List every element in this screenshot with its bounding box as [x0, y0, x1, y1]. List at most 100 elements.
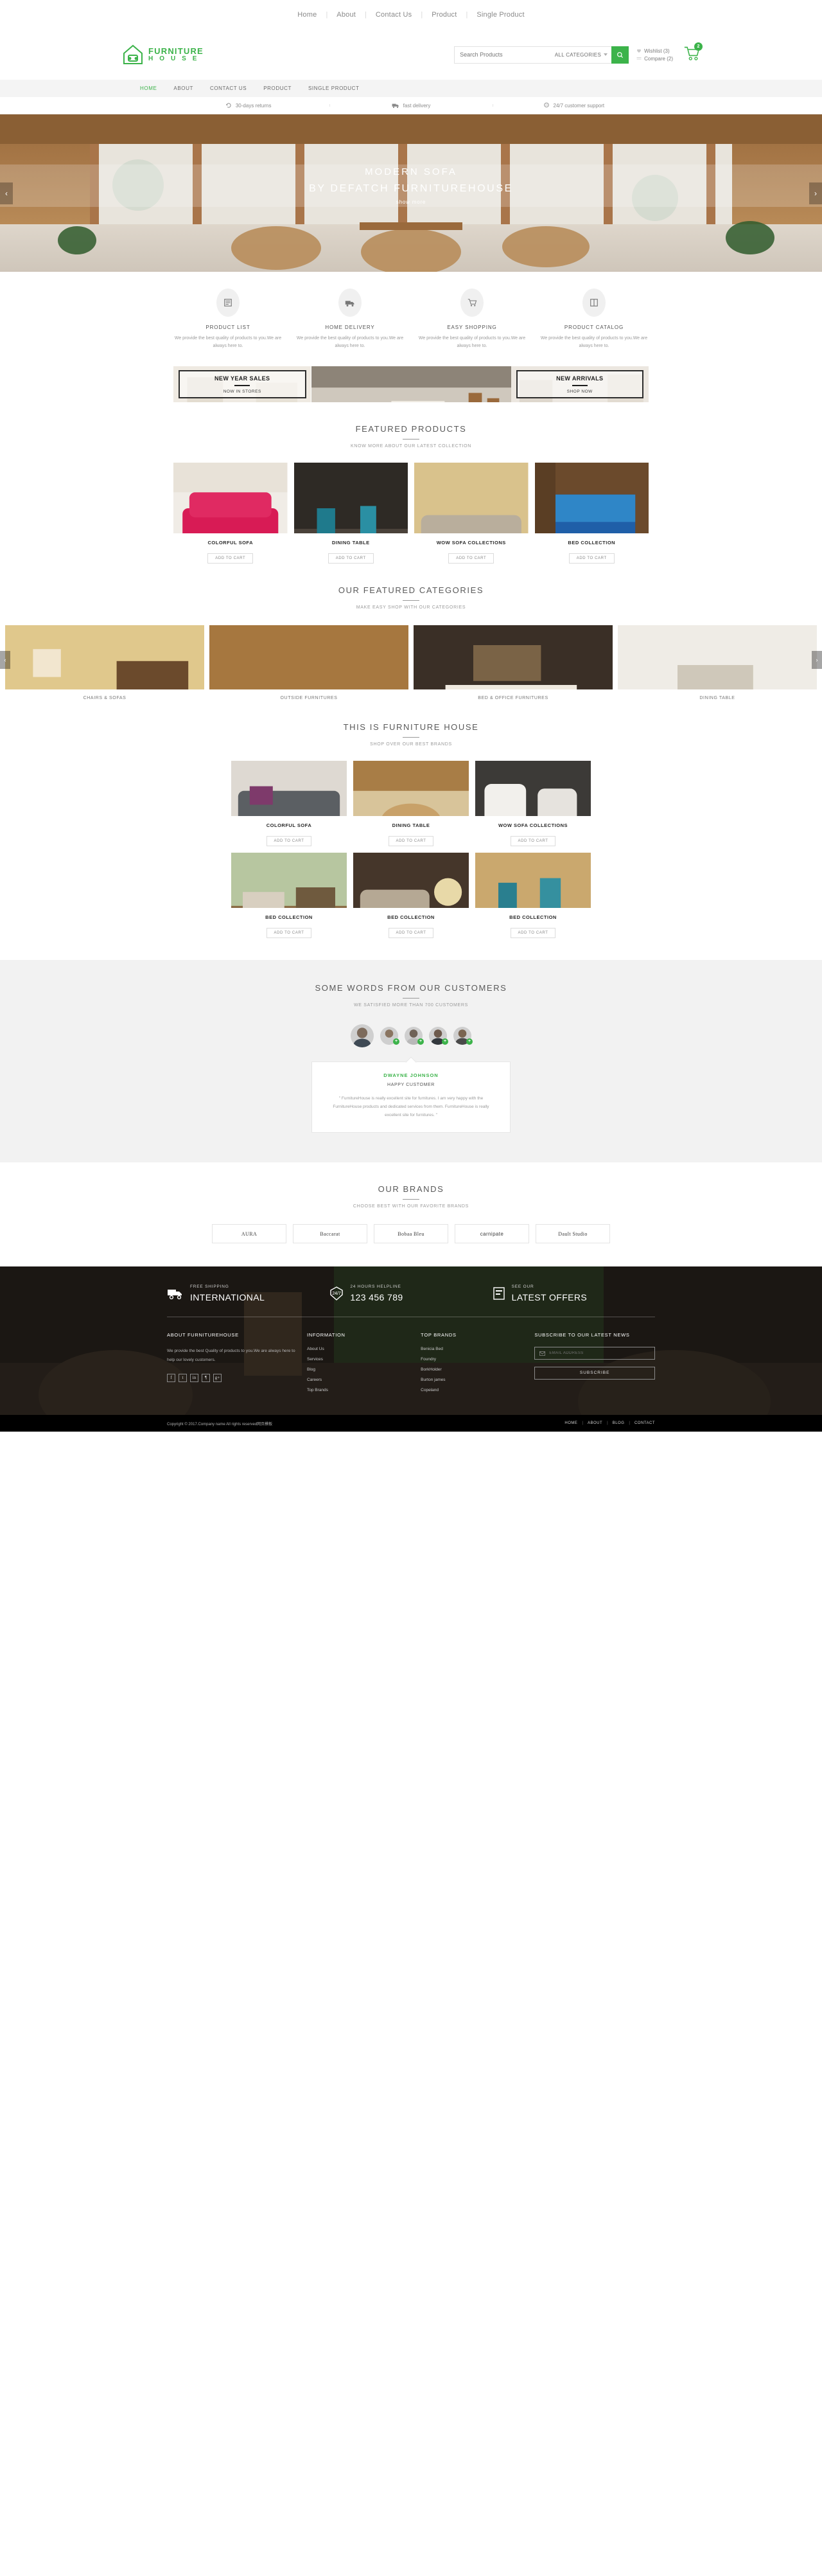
googleplus-icon[interactable]: g+ [213, 1373, 222, 1382]
compare-icon [636, 57, 642, 60]
brand-logo[interactable]: AURA [212, 1224, 286, 1244]
top-nav-home[interactable]: Home [288, 11, 326, 19]
footer-link-blog[interactable]: Blog [307, 1367, 412, 1372]
product-card[interactable]: BED COLLECTION ADD TO CART [475, 853, 591, 939]
categories-next-button[interactable]: › [812, 651, 822, 670]
promo-new-year-sales[interactable]: NEW YEAR SALES NOW IN STORES [173, 366, 311, 403]
nav-product[interactable]: PRODUCT [263, 85, 292, 91]
brand-logo[interactable]: Dault Studio [536, 1224, 610, 1244]
add-to-cart-button[interactable]: ADD TO CART [328, 553, 374, 564]
nav-home[interactable]: HOME [140, 85, 157, 91]
section-subtitle: CHOOSE BEST WITH OUR FAVORITE BRANDS [353, 1204, 469, 1209]
catalog-book-icon [582, 289, 606, 317]
footer-link-top-brands[interactable]: Top Brands [307, 1388, 412, 1392]
avatar[interactable]: + [429, 1027, 448, 1045]
hero-next-button[interactable]: › [809, 182, 822, 204]
add-to-cart-button[interactable]: ADD TO CART [388, 836, 434, 847]
product-card[interactable]: WOW SOFA COLLECTIONS ADD TO CART [414, 463, 529, 564]
add-icon[interactable]: + [442, 1038, 448, 1045]
add-to-cart-button[interactable]: ADD TO CART [448, 553, 494, 564]
product-card[interactable]: BED COLLECTION ADD TO CART [231, 853, 347, 939]
linkedin-icon[interactable]: in [190, 1373, 198, 1382]
brand-logo[interactable]: carnipate [455, 1224, 529, 1244]
compare-link[interactable]: Compare (2) [636, 56, 673, 62]
search-input[interactable] [455, 46, 551, 63]
twitter-icon[interactable]: t [179, 1373, 187, 1382]
top-nav-product[interactable]: Product [423, 11, 466, 19]
subscribe-button[interactable]: SUBSCRIBE [534, 1366, 656, 1380]
category-name: BED & OFFICE FURNITURES [478, 696, 548, 701]
product-card[interactable]: DINING TABLE ADD TO CART [293, 463, 408, 564]
add-icon[interactable]: + [393, 1038, 399, 1045]
section-subtitle: MAKE EASY SHOP WITH OUR CATEGORIES [356, 605, 466, 610]
add-to-cart-button[interactable]: ADD TO CART [510, 836, 556, 847]
add-to-cart-button[interactable]: ADD TO CART [388, 928, 434, 939]
bottom-link-about[interactable]: ABOUT [588, 1421, 602, 1425]
add-icon[interactable]: + [466, 1038, 473, 1045]
category-card[interactable]: OUTSIDE FURNITURES [209, 625, 408, 700]
promo-new-arrivals[interactable]: NEW ARRIVALS SHOP NOW [511, 366, 649, 403]
add-to-cart-button[interactable]: ADD TO CART [266, 928, 312, 939]
testimonial-avatars: + + + + [0, 1024, 822, 1048]
footer-link-services[interactable]: Services [307, 1357, 412, 1362]
footer-brand-borkholder[interactable]: BorkHolder [421, 1367, 525, 1372]
bottom-link-blog[interactable]: BLOG [613, 1421, 625, 1425]
highlight-small: SEE OUR [511, 1284, 534, 1290]
subscribe-email-input[interactable] [549, 1351, 651, 1356]
top-nav-about[interactable]: About [328, 11, 365, 19]
facebook-icon[interactable]: f [167, 1373, 175, 1382]
product-card[interactable]: COLORFUL SOFA ADD TO CART [173, 463, 288, 564]
footer-link-careers[interactable]: Careers [307, 1378, 412, 1382]
add-to-cart-button[interactable]: ADD TO CART [568, 553, 615, 564]
category-select[interactable]: ALL CATEGORIES [551, 52, 611, 58]
product-card[interactable]: WOW SOFA COLLECTIONS ADD TO CART [475, 761, 591, 847]
bottom-link-contact[interactable]: CONTACT [634, 1421, 655, 1425]
site-logo[interactable]: FURNITURE H O U S E [122, 44, 204, 66]
cart-button[interactable]: 2 [683, 42, 703, 64]
brand-logo[interactable]: Bobaa Bleu [374, 1224, 448, 1244]
product-card[interactable]: BED COLLECTION ADD TO CART [353, 853, 469, 939]
categories-prev-button[interactable]: ‹ [0, 651, 10, 670]
category-card[interactable]: DINING TABLE [618, 625, 817, 700]
brand-logo[interactable]: Baccarat [293, 1224, 367, 1244]
add-to-cart-button[interactable]: ADD TO CART [207, 553, 254, 564]
pinterest-icon[interactable]: ¶ [202, 1373, 210, 1382]
top-nav-contact[interactable]: Contact Us [367, 11, 421, 19]
category-card[interactable]: CHAIRS & SOFAS [5, 625, 204, 700]
product-name: DINING TABLE [392, 822, 430, 829]
search-button[interactable] [611, 46, 629, 64]
wishlist-link[interactable]: Wishlist (3) [636, 48, 673, 54]
bottom-link-home[interactable]: HOME [564, 1421, 577, 1425]
footer-brand-benicia-bed[interactable]: Benicia Bed [421, 1347, 525, 1351]
hero-prev-button[interactable]: ‹ [0, 182, 13, 204]
nav-contact-us[interactable]: CONTACT US [210, 85, 247, 91]
footer-brand-copeland[interactable]: Copeland [421, 1388, 525, 1392]
top-nav-single-product[interactable]: Single Product [468, 11, 533, 19]
footer-brand-burton-james[interactable]: Burton james [421, 1378, 525, 1382]
avatar[interactable]: + [453, 1027, 473, 1045]
product-card[interactable]: BED COLLECTION ADD TO CART [534, 463, 649, 564]
hero-show-more-link[interactable]: show more [396, 199, 426, 205]
cart-count-badge: 2 [694, 42, 703, 51]
nav-about[interactable]: ABOUT [173, 85, 193, 91]
add-icon[interactable]: + [417, 1038, 424, 1045]
product-name: COLORFUL SOFA [207, 540, 254, 546]
footer-link-about-us[interactable]: About Us [307, 1347, 412, 1351]
add-to-cart-button[interactable]: ADD TO CART [510, 928, 556, 939]
service-desc: We provide the best quality of products … [296, 336, 404, 348]
avatar[interactable]: + [405, 1027, 424, 1045]
avatar[interactable]: + [380, 1027, 399, 1045]
avatar[interactable] [351, 1024, 374, 1048]
nav-single-product[interactable]: SINGLE PRODUCT [308, 85, 360, 91]
category-card[interactable]: BED & OFFICE FURNITURES [414, 625, 613, 700]
chevron-down-icon [604, 53, 608, 56]
hero-title: MODERN SOFA [365, 166, 457, 177]
product-card[interactable]: COLORFUL SOFA ADD TO CART [231, 761, 347, 847]
section-title: SOME WORDS FROM OUR CUSTOMERS [315, 983, 507, 993]
footer-brand-foundry[interactable]: Foundry [421, 1357, 525, 1362]
product-image [231, 853, 347, 909]
add-to-cart-button[interactable]: ADD TO CART [266, 836, 312, 847]
product-card[interactable]: DINING TABLE ADD TO CART [353, 761, 469, 847]
section-rule [403, 600, 419, 601]
service-title: EASY SHOPPING [447, 324, 497, 330]
